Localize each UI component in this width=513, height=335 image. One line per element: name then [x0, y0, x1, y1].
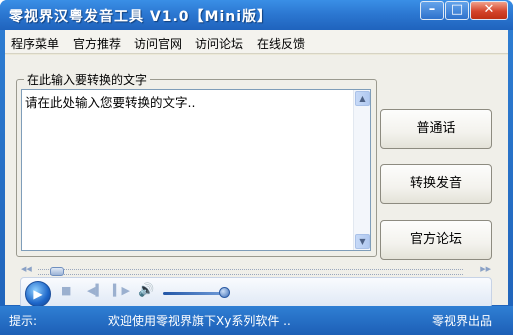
seek-track[interactable] — [38, 269, 463, 275]
mandarin-button[interactable]: 普通话 — [380, 109, 492, 149]
input-groupbox: 在此输入要转换的文字 请在此处输入您要转换的文字.. ▲ ▼ — [16, 71, 377, 257]
status-bar: 提示: 欢迎使用零视界旗下Xy系列软件 .. 零视界出品 — [0, 306, 513, 335]
status-message: 欢迎使用零视界旗下Xy系列软件 .. — [108, 314, 291, 328]
seek-bar[interactable]: ◀◀ ▶▶ — [21, 265, 491, 277]
stop-icon[interactable]: ■ — [61, 284, 71, 297]
menu-website[interactable]: 访问官网 — [134, 35, 182, 52]
title-bar[interactable]: 零视界汉粤发音工具 V1.0【Mini版】 – □ ✕ — [0, 0, 513, 30]
close-button[interactable]: ✕ — [470, 1, 508, 20]
text-input-content[interactable]: 请在此处输入您要转换的文字.. — [25, 92, 345, 111]
rewind-icon[interactable]: ◀◀ — [21, 265, 32, 273]
scroll-up-icon[interactable]: ▲ — [355, 91, 370, 106]
volume-slider[interactable] — [163, 292, 225, 295]
menu-bar: 程序菜单 官方推荐 访问官网 访问论坛 在线反馈 — [5, 30, 508, 54]
minimize-button[interactable]: – — [420, 1, 444, 20]
text-input[interactable]: 请在此处输入您要转换的文字.. ▲ ▼ — [21, 89, 371, 251]
main-panel: 在此输入要转换的文字 请在此处输入您要转换的文字.. ▲ ▼ 普通话 转换发音 … — [5, 55, 508, 308]
previous-icon[interactable]: ◀▍ — [87, 284, 104, 297]
menu-forum[interactable]: 访问论坛 — [195, 35, 243, 52]
menu-program[interactable]: 程序菜单 — [11, 35, 59, 52]
vertical-scrollbar[interactable]: ▲ ▼ — [353, 90, 370, 250]
seek-thumb[interactable] — [50, 267, 64, 276]
status-label: 提示: — [9, 314, 38, 328]
volume-icon[interactable]: 🔊 — [138, 283, 154, 298]
menu-recommend[interactable]: 官方推荐 — [73, 35, 121, 52]
forum-button[interactable]: 官方论坛 — [380, 220, 492, 260]
groupbox-title: 在此输入要转换的文字 — [24, 71, 151, 88]
window-title: 零视界汉粤发音工具 V1.0【Mini版】 — [9, 9, 273, 25]
scroll-down-icon[interactable]: ▼ — [355, 234, 370, 249]
play-icon[interactable]: ▶ — [25, 281, 51, 307]
next-icon[interactable]: ▍▶ — [113, 284, 130, 297]
menu-feedback[interactable]: 在线反馈 — [257, 35, 305, 52]
volume-thumb[interactable] — [219, 287, 230, 298]
forward-icon[interactable]: ▶▶ — [480, 265, 491, 273]
status-brand: 零视界出品 — [432, 314, 493, 328]
app-window: 零视界汉粤发音工具 V1.0【Mini版】 – □ ✕ 程序菜单 官方推荐 访问… — [0, 0, 513, 335]
maximize-button[interactable]: □ — [445, 1, 469, 20]
player-controls: ▶ ■ ◀▍ ▍▶ 🔊 — [20, 277, 492, 308]
client-area: 程序菜单 官方推荐 访问官网 访问论坛 在线反馈 在此输入要转换的文字 请在此处… — [5, 30, 508, 308]
convert-button[interactable]: 转换发音 — [380, 164, 492, 204]
